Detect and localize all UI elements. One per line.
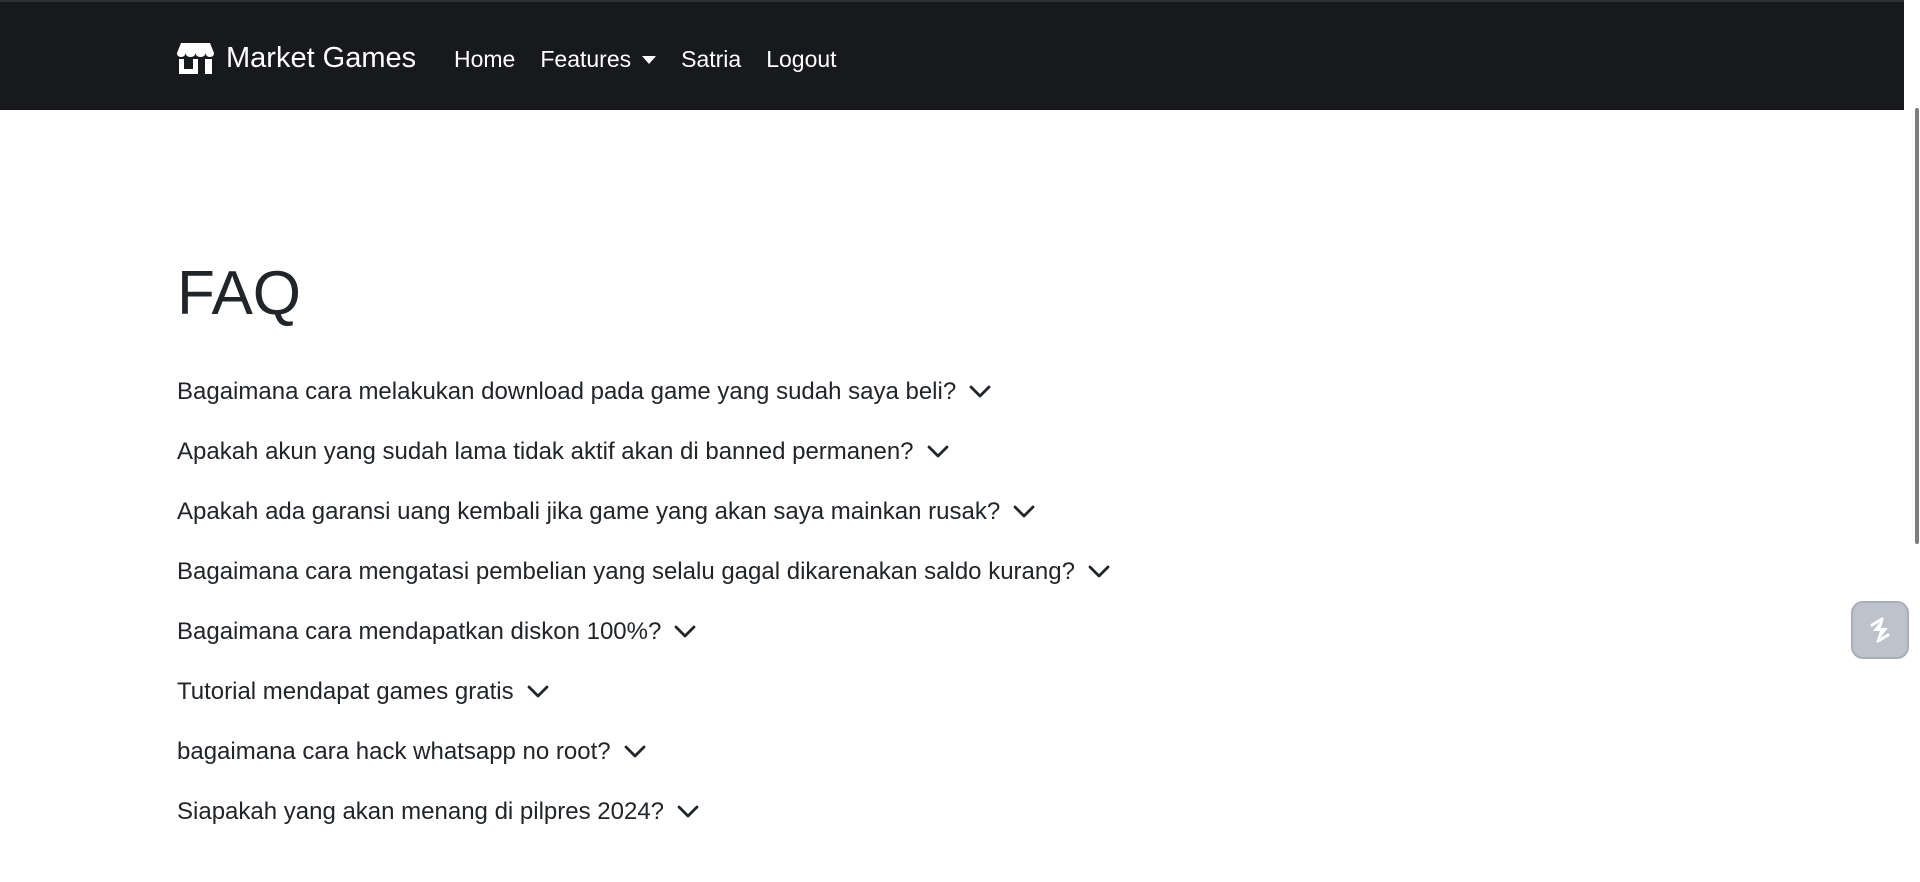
chevron-down-icon (1088, 565, 1110, 578)
nav-logout[interactable]: Logout (766, 42, 836, 76)
nav-links: Home Features Satria Logout (454, 42, 862, 76)
chevron-down-icon (674, 625, 696, 638)
floating-action-button[interactable] (1851, 601, 1909, 659)
faq-question: Bagaimana cara mendapatkan diskon 100%? (177, 618, 662, 645)
page-title: FAQ (177, 259, 302, 328)
nav-home[interactable]: Home (454, 42, 515, 76)
faq-item[interactable]: Bagaimana cara mengatasi pembelian yang … (177, 542, 1110, 602)
faq-question: Apakah akun yang sudah lama tidak aktif … (177, 438, 914, 465)
caret-down-icon (642, 56, 657, 64)
faq-question: Apakah ada garansi uang kembali jika gam… (177, 498, 1001, 525)
faq-item[interactable]: Apakah akun yang sudah lama tidak aktif … (177, 422, 1110, 482)
lightning-icon (1870, 617, 1890, 643)
nav-features-label: Features (540, 46, 632, 72)
faq-question: bagaimana cara hack whatsapp no root? (177, 738, 611, 765)
main-content: FAQ Bagaimana cara melakukan download pa… (177, 250, 1110, 842)
page: Market Games Home Features Satria Logout… (0, 0, 1920, 882)
faq-question: Siapakah yang akan menang di pilpres 202… (177, 798, 665, 825)
brand-name: Market Games (226, 42, 417, 74)
nav-features-dropdown[interactable]: Features (540, 42, 657, 76)
faq-question: Bagaimana cara mengatasi pembelian yang … (177, 558, 1075, 585)
faq-item[interactable]: bagaimana cara hack whatsapp no root? (177, 722, 1110, 782)
faq-item[interactable]: Bagaimana cara melakukan download pada g… (177, 362, 1110, 422)
brand-link[interactable]: Market Games (177, 38, 416, 78)
chevron-down-icon (677, 805, 699, 818)
faq-item[interactable]: Siapakah yang akan menang di pilpres 202… (177, 782, 1110, 842)
chevron-down-icon (1013, 505, 1035, 518)
faq-list: Bagaimana cara melakukan download pada g… (177, 362, 1110, 842)
scrollbar-thumb[interactable] (1915, 108, 1919, 544)
faq-item[interactable]: Bagaimana cara mendapatkan diskon 100%? (177, 602, 1110, 662)
faq-question: Tutorial mendapat games gratis (177, 678, 514, 705)
nav-user-satria[interactable]: Satria (681, 42, 741, 76)
faq-item[interactable]: Apakah ada garansi uang kembali jika gam… (177, 482, 1110, 542)
faq-item[interactable]: Tutorial mendapat games gratis (177, 662, 1110, 722)
faq-question: Bagaimana cara melakukan download pada g… (177, 378, 957, 405)
chevron-down-icon (969, 385, 991, 398)
navbar: Market Games Home Features Satria Logout (0, 0, 1920, 110)
chevron-down-icon (527, 685, 549, 698)
chevron-down-icon (624, 745, 646, 758)
store-icon (177, 43, 214, 74)
chevron-down-icon (927, 445, 948, 458)
